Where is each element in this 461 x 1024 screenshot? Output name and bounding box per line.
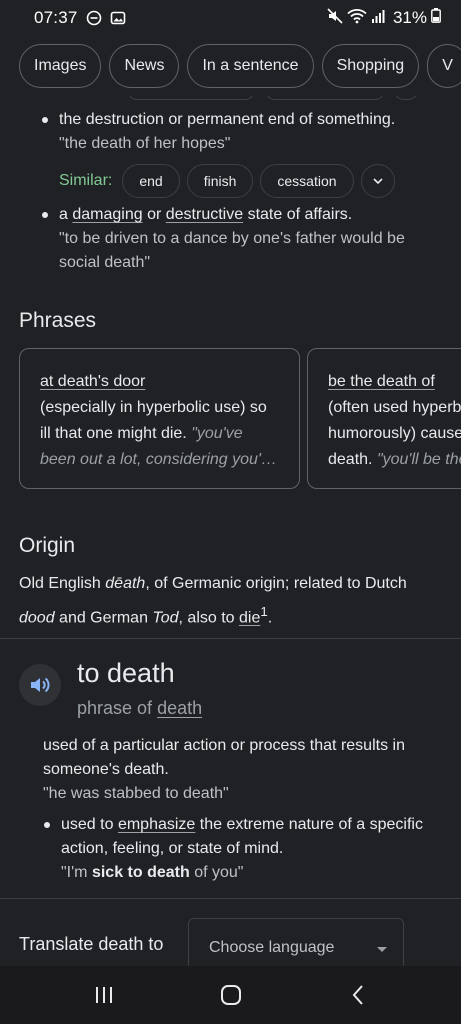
battery-icon <box>431 8 441 28</box>
definition-example: "the death of her hopes" <box>59 135 231 152</box>
search-filter-chips: Images News In a sentence Shopping V <box>0 36 461 96</box>
status-time: 07:37 <box>34 8 78 27</box>
synonym-chip[interactable]: end <box>122 164 180 198</box>
dictionary-card: the destruction or permanent end of some… <box>0 96 461 966</box>
similar-label: Similar: <box>59 172 113 189</box>
definition-example: "he was stabbed to death" <box>43 785 229 802</box>
divider <box>0 898 461 899</box>
chip-videos[interactable]: V <box>427 44 461 88</box>
definition-text: used to emphasize the extreme nature of … <box>61 816 423 857</box>
speaker-icon <box>31 677 50 693</box>
word-link-die[interactable]: die <box>239 609 260 626</box>
translate-label: Translate death to <box>19 934 164 954</box>
chip-images[interactable]: Images <box>19 44 102 88</box>
headword: to death <box>77 658 175 688</box>
similar-words: Similar: end finish cessation <box>59 164 395 198</box>
definition-example: "to be driven to a dance by one's father… <box>59 230 405 271</box>
back-icon <box>352 985 363 1005</box>
gallery-icon <box>110 10 126 26</box>
definition-text: used of a particular action or process t… <box>43 737 405 778</box>
origin-text: Old English dēath, of Germanic origin; r… <box>19 575 407 627</box>
status-bar: 07:37 31% <box>0 0 461 36</box>
definition-item: used to emphasize the extreme nature of … <box>44 813 443 885</box>
phrase-example: "you'll be the th <box>376 451 461 468</box>
word-link-emphasize[interactable]: emphasize <box>118 816 195 833</box>
recent-apps-button[interactable] <box>74 975 134 1015</box>
divider <box>0 638 461 639</box>
home-icon <box>220 985 241 1005</box>
bullet <box>44 822 50 828</box>
definition-text: a damaging or destructive state of affai… <box>59 206 353 223</box>
synonym-chip-cutoff <box>265 96 385 100</box>
definition-item: the destruction or permanent end of some… <box>42 108 441 156</box>
chevron-down-icon <box>372 178 383 185</box>
back-button[interactable] <box>328 975 388 1015</box>
language-select[interactable]: Choose language <box>188 918 404 966</box>
bullet <box>42 117 48 123</box>
definition-example: "I'm sick to death of you" <box>61 864 244 881</box>
mute-icon <box>327 7 343 29</box>
chip-shopping[interactable]: Shopping <box>321 44 420 88</box>
battery-level: 31% <box>392 8 427 27</box>
system-nav-bar <box>0 966 461 1024</box>
synonym-chip[interactable]: cessation <box>260 164 354 198</box>
pronounce-button[interactable] <box>19 664 61 706</box>
phrase-card[interactable]: at death's door (especially in hyperboli… <box>19 348 300 489</box>
synonym-chip-cutoff <box>394 96 418 100</box>
definition-item: a damaging or destructive state of affai… <box>42 203 441 275</box>
signal-icon <box>371 8 385 28</box>
word-link-damaging[interactable]: damaging <box>72 206 142 223</box>
bullet <box>42 212 48 218</box>
phrase-title[interactable]: be the death of <box>328 373 435 390</box>
synonym-chip-cutoff <box>127 96 255 100</box>
home-button[interactable] <box>201 975 261 1015</box>
phrases-heading: Phrases <box>19 309 97 332</box>
phrase-card[interactable]: be the death of (often used hyperbolical… <box>307 348 461 489</box>
definition-text: the destruction or permanent end of some… <box>59 111 396 128</box>
chip-news[interactable]: News <box>109 44 180 88</box>
word-link-destructive[interactable]: destructive <box>166 206 243 223</box>
origin-heading: Origin <box>19 534 76 557</box>
language-select-value: Choose language <box>209 939 335 956</box>
chip-in-a-sentence[interactable]: In a sentence <box>187 44 314 88</box>
word-link-death[interactable]: death <box>157 698 202 718</box>
part-of-speech: phrase of death <box>77 698 203 718</box>
phrase-title[interactable]: at death's door <box>40 373 145 390</box>
synonym-chip[interactable]: finish <box>186 164 254 198</box>
recent-apps-icon <box>95 987 112 1003</box>
sense-block: used of a particular action or process t… <box>43 734 443 806</box>
do-not-disturb-icon <box>86 10 102 26</box>
expand-synonyms-button[interactable] <box>360 164 395 198</box>
dropdown-arrow-icon <box>377 947 387 952</box>
wifi-icon <box>347 8 367 29</box>
